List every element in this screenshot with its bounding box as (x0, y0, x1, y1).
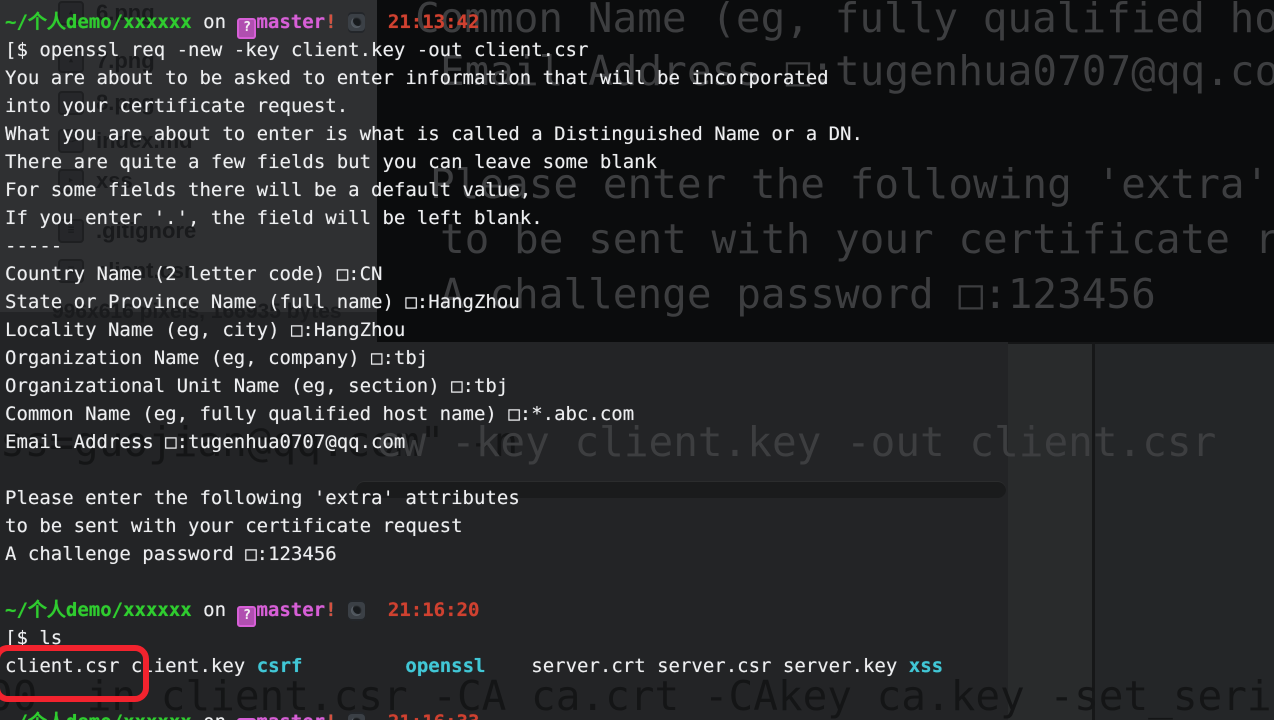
text-segment: 21:13:42 (388, 11, 480, 33)
terminal-line: There are quite a few fields but you can… (0, 148, 1274, 176)
terminal-line: Common Name (eg, fully qualified host na… (0, 400, 1274, 428)
terminal-line (0, 568, 1274, 596)
terminal-line: [$ openssl req -new -key client.key -out… (0, 36, 1274, 64)
terminal-line: ~/个人demo/xxxxxx on ?master! 21:16:20 (0, 596, 1274, 624)
text-segment: ~/个人demo/xxxxxx (5, 711, 192, 720)
text-segment: ~/个人demo/xxxxxx (5, 11, 192, 33)
text-segment (365, 711, 388, 720)
text-segment: to be sent with your certificate request (5, 515, 463, 537)
text-segment: master (256, 11, 325, 33)
text-segment (337, 11, 348, 33)
text-segment: Common Name (eg, fully qualified host na… (5, 403, 634, 425)
text-segment: You are about to be asked to enter infor… (5, 67, 829, 89)
text-segment (337, 599, 348, 621)
terminal-line (0, 680, 1274, 708)
text-segment: xss (909, 655, 943, 677)
text-segment: on (192, 599, 238, 621)
text-segment: ! (325, 11, 336, 33)
terminal-output: ~/个人demo/xxxxxx on ?master! 21:13:42[$ o… (0, 8, 1274, 720)
text-segment: Country Name (2 letter code) □:CN (5, 263, 383, 285)
text-segment: 21:16:33 (388, 711, 480, 720)
text-segment: Locality Name (eg, city) □:HangZhou (5, 319, 405, 341)
text-segment: on (192, 711, 238, 720)
text-segment (337, 711, 348, 720)
text-segment: ! (325, 599, 336, 621)
text-segment: ----- (5, 235, 62, 257)
text-segment: There are quite a few fields but you can… (5, 151, 657, 173)
terminal-line: You are about to be asked to enter infor… (0, 64, 1274, 92)
text-segment (365, 11, 388, 33)
red-highlight-box (0, 645, 149, 702)
text-segment: A challenge password □:123456 (5, 543, 337, 565)
terminal-line: Country Name (2 letter code) □:CN (0, 260, 1274, 288)
terminal-line: A challenge password □:123456 (0, 540, 1274, 568)
watch-icon (348, 602, 365, 619)
text-segment: ! (325, 711, 336, 720)
text-segment: Please enter the following 'extra' attri… (5, 487, 520, 509)
text-segment: master (256, 599, 325, 621)
terminal-line: Locality Name (eg, city) □:HangZhou (0, 316, 1274, 344)
text-segment: server.crt server.csr server.key (531, 655, 909, 677)
text-segment: into your certificate request. (5, 95, 348, 117)
terminal-line: Organization Name (eg, company) □:tbj (0, 344, 1274, 372)
terminal-line (0, 456, 1274, 484)
text-segment: on (192, 11, 238, 33)
text-segment: Email Address □:tugenhua0707@qq.com (5, 431, 405, 453)
watch-icon (348, 714, 365, 720)
text-segment: If you enter '.', the field will be left… (5, 207, 543, 229)
terminal-line: State or Province Name (full name) □:Han… (0, 288, 1274, 316)
terminal-line: Please enter the following 'extra' attri… (0, 484, 1274, 512)
watch-icon (348, 14, 365, 31)
terminal-line: For some fields there will be a default … (0, 176, 1274, 204)
terminal-line: Organizational Unit Name (eg, section) □… (0, 372, 1274, 400)
terminal-line: to be sent with your certificate request (0, 512, 1274, 540)
terminal-line: ~/个人demo/xxxxxx on ?master! 21:13:42 (0, 8, 1274, 36)
question-badge-icon: ? (237, 606, 256, 627)
text-segment: ~/个人demo/xxxxxx (5, 599, 192, 621)
terminal-window[interactable]: ▴6.png▴7.png▴8.png<>index.md▸xss≡.gitign… (0, 0, 1274, 720)
text-segment (302, 655, 405, 677)
terminal-line: Email Address □:tugenhua0707@qq.com (0, 428, 1274, 456)
text-segment (245, 655, 256, 677)
text-segment: 21:16:20 (388, 599, 480, 621)
text-segment: What you are about to enter is what is c… (5, 123, 863, 145)
terminal-line: ----- (0, 232, 1274, 260)
text-segment: State or Province Name (full name) □:Han… (5, 291, 520, 313)
terminal-line: What you are about to enter is what is c… (0, 120, 1274, 148)
text-segment: master (256, 711, 325, 720)
text-segment: openssl (405, 655, 485, 677)
text-segment: For some fields there will be a default … (5, 179, 531, 201)
text-segment: [$ openssl req -new -key client.key -out… (5, 39, 588, 61)
terminal-line: client.csr client.key csrf openssl serve… (0, 652, 1274, 680)
text-segment (365, 599, 388, 621)
terminal-line: [$ ls (0, 624, 1274, 652)
text-segment: Organizational Unit Name (eg, section) □… (5, 375, 508, 397)
terminal-line: If you enter '.', the field will be left… (0, 204, 1274, 232)
text-segment: Organization Name (eg, company) □:tbj (5, 347, 428, 369)
text-segment: csrf (257, 655, 303, 677)
text-segment (485, 655, 531, 677)
terminal-line: ~/个人demo/xxxxxx on ?master! 21:16:33 (0, 708, 1274, 720)
terminal-line: into your certificate request. (0, 92, 1274, 120)
